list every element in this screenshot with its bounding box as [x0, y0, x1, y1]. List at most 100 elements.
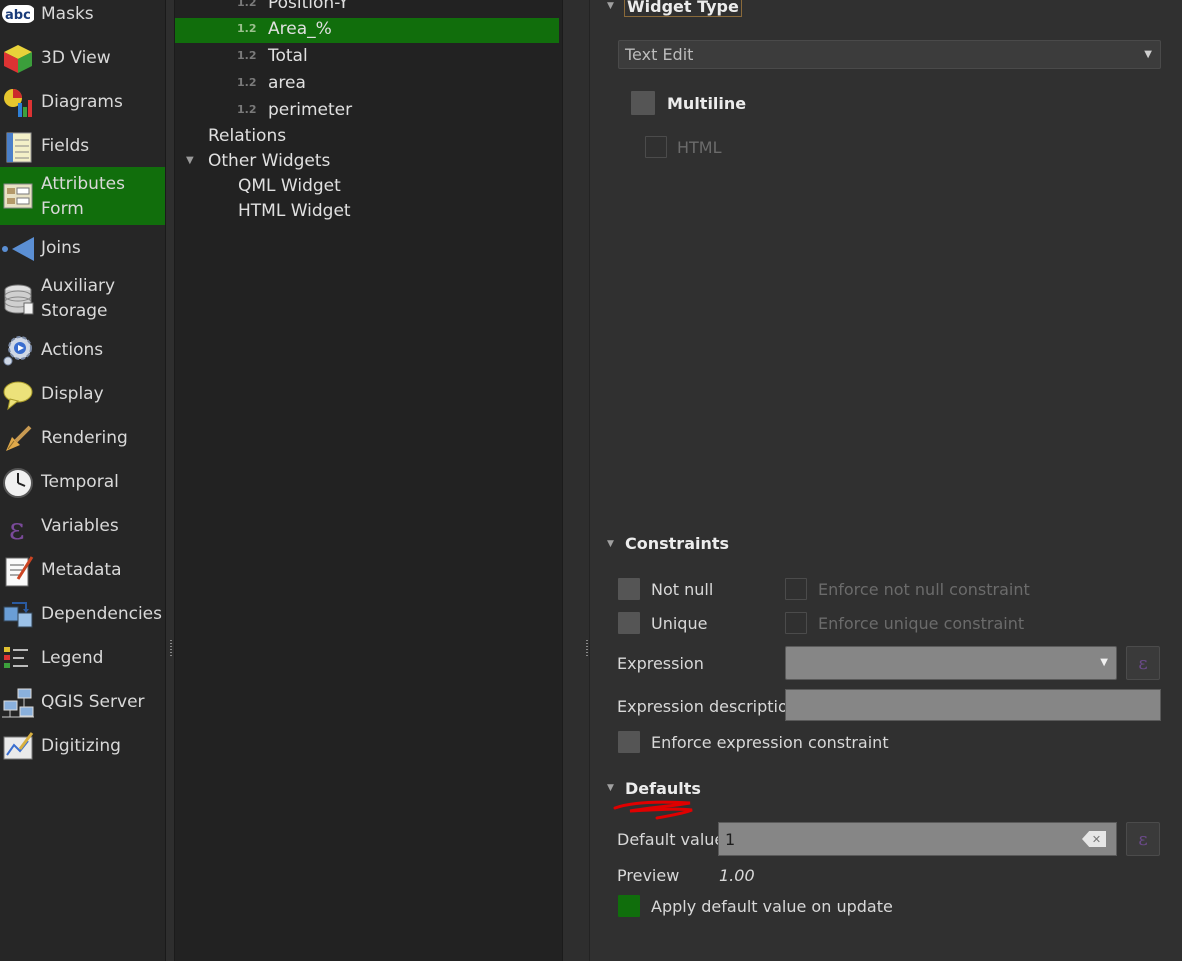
- tree-item-label: area: [268, 73, 306, 93]
- clear-icon[interactable]: ✕: [1082, 831, 1106, 847]
- sidebar-item-dependencies[interactable]: Dependencies: [0, 598, 165, 632]
- tree-item-label: perimeter: [268, 100, 353, 120]
- field-properties-panel: ▼ Widget Type Text Edit ▼ Multiline HTML…: [590, 0, 1182, 961]
- qgis-server-icon: [2, 687, 34, 719]
- sidebar-item-rendering[interactable]: Rendering: [0, 422, 165, 456]
- sidebar-splitter[interactable]: [166, 0, 175, 961]
- tree-item-label: QML Widget: [238, 176, 341, 196]
- widget-type-section-title[interactable]: Widget Type: [624, 0, 742, 17]
- widget-type-selected: Text Edit: [625, 45, 694, 64]
- enforce-expression-checkbox[interactable]: [618, 731, 640, 753]
- attributes-form-icon: [2, 180, 34, 212]
- expression-description-input[interactable]: [785, 689, 1161, 721]
- epsilon-icon: ε: [1138, 652, 1148, 674]
- sidebar: abc Masks 3D View Diagrams Fields Attrib…: [0, 0, 166, 961]
- sidebar-item-legend[interactable]: Legend: [0, 642, 165, 676]
- collapse-arrow-icon[interactable]: ▼: [607, 1, 614, 11]
- unique-checkbox[interactable]: [618, 612, 640, 634]
- decimal-type-icon: 1.2: [237, 0, 257, 9]
- diagrams-icon: [2, 87, 34, 119]
- enforce-unique-checkbox[interactable]: [785, 612, 807, 634]
- sidebar-item-label: Rendering: [41, 428, 128, 448]
- form-layout-tree: 1.2 Position-Y 1.2 Area_% 1.2 Total 1.2 …: [175, 0, 562, 961]
- sidebar-item-label: QGIS Server: [41, 692, 145, 712]
- sidebar-item-digitizing[interactable]: Digitizing: [0, 730, 165, 764]
- default-value-input[interactable]: 1 ✕: [718, 822, 1117, 856]
- expression-description-label: Expression description: [617, 697, 798, 716]
- widget-type-combobox[interactable]: Text Edit ▼: [618, 40, 1161, 69]
- tree-item-label: Other Widgets: [208, 151, 331, 171]
- expression-builder-button[interactable]: ε: [1126, 646, 1160, 680]
- enforce-unique-label: Enforce unique constraint: [818, 614, 1025, 633]
- collapse-arrow-icon[interactable]: ▼: [607, 783, 614, 793]
- dropdown-arrow-icon: ▼: [1144, 49, 1152, 60]
- tree-item-field[interactable]: 1.2 Total: [175, 45, 562, 70]
- tree-item-field-selected[interactable]: 1.2 Area_%: [175, 18, 559, 43]
- sidebar-item-joins[interactable]: Joins: [0, 232, 165, 266]
- default-expression-builder-button[interactable]: ε: [1126, 822, 1160, 856]
- preview-value: 1.00: [719, 866, 755, 885]
- default-value-text: 1: [725, 830, 736, 849]
- not-null-checkbox[interactable]: [618, 578, 640, 600]
- sidebar-item-auxiliary-storage[interactable]: Auxiliary Storage: [0, 273, 165, 325]
- sidebar-item-label: Diagrams: [41, 92, 123, 112]
- sidebar-item-label: Dependencies: [41, 604, 162, 624]
- collapse-arrow-icon[interactable]: ▼: [607, 539, 614, 549]
- sidebar-item-label: Temporal: [41, 472, 119, 492]
- tree-item-field[interactable]: 1.2 area: [175, 72, 562, 97]
- sidebar-item-diagrams[interactable]: Diagrams: [0, 86, 165, 120]
- decimal-type-icon: 1.2: [237, 76, 257, 89]
- tree-item-label: Total: [268, 46, 308, 66]
- expand-arrow-icon[interactable]: ▼: [186, 155, 194, 166]
- sidebar-item-qgis-server[interactable]: QGIS Server: [0, 686, 165, 720]
- rendering-icon: [2, 423, 34, 455]
- preview-label: Preview: [617, 866, 680, 885]
- sidebar-item-metadata[interactable]: Metadata: [0, 554, 165, 588]
- decimal-type-icon: 1.2: [237, 22, 257, 35]
- fields-icon: [2, 131, 34, 163]
- expression-combobox[interactable]: ▼: [785, 646, 1117, 680]
- epsilon-icon: ε: [1138, 828, 1148, 850]
- sidebar-item-masks[interactable]: abc Masks: [0, 0, 165, 30]
- sidebar-item-label: Digitizing: [41, 736, 121, 756]
- constraints-section-title[interactable]: Constraints: [625, 534, 729, 553]
- sidebar-item-temporal[interactable]: Temporal: [0, 466, 165, 500]
- html-checkbox[interactable]: [645, 136, 667, 158]
- tree-item-label: Relations: [208, 126, 287, 146]
- digitizing-icon: [2, 731, 34, 763]
- sidebar-item-attributes-form[interactable]: Attributes Form: [0, 167, 165, 225]
- sidebar-item-actions[interactable]: Actions: [0, 334, 165, 368]
- sidebar-item-fields[interactable]: Fields: [0, 130, 165, 164]
- enforce-not-null-checkbox[interactable]: [785, 578, 807, 600]
- not-null-label: Not null: [651, 580, 714, 599]
- dropdown-arrow-icon: ▼: [1100, 657, 1108, 668]
- tree-item-field[interactable]: 1.2 Position-Y: [175, 0, 562, 17]
- tree-item-label: Area_%: [268, 19, 332, 39]
- joins-icon: [2, 233, 34, 265]
- defaults-section-title[interactable]: Defaults: [625, 779, 701, 798]
- masks-icon: abc: [2, 0, 34, 29]
- tree-item-field[interactable]: 1.2 perimeter: [175, 99, 562, 124]
- tree-item-qml-widget[interactable]: QML Widget: [175, 175, 562, 200]
- multiline-label: Multiline: [667, 94, 747, 113]
- sidebar-item-label: Joins: [41, 238, 81, 258]
- sidebar-item-label: Metadata: [41, 560, 122, 580]
- tree-item-label: HTML Widget: [238, 201, 351, 221]
- temporal-icon: [2, 467, 34, 499]
- tree-item-html-widget[interactable]: HTML Widget: [175, 200, 562, 225]
- tree-item-relations[interactable]: Relations: [175, 125, 562, 150]
- panel-splitter[interactable]: [562, 0, 590, 961]
- apply-default-on-update-label: Apply default value on update: [651, 897, 893, 916]
- html-label: HTML: [677, 138, 722, 157]
- sidebar-item-display[interactable]: Display: [0, 378, 165, 412]
- sidebar-item-label-line2: Storage: [41, 301, 108, 321]
- apply-default-on-update-checkbox[interactable]: [618, 895, 640, 917]
- sidebar-item-label: Masks: [41, 4, 94, 24]
- sidebar-item-variables[interactable]: ε Variables: [0, 510, 165, 544]
- variables-icon: ε: [2, 511, 34, 543]
- sidebar-item-3d-view[interactable]: 3D View: [0, 42, 165, 76]
- tree-item-other-widgets[interactable]: ▼ Other Widgets: [175, 150, 562, 175]
- sidebar-item-label: Actions: [41, 340, 104, 360]
- multiline-checkbox[interactable]: [631, 91, 655, 115]
- enforce-expression-label: Enforce expression constraint: [651, 733, 889, 752]
